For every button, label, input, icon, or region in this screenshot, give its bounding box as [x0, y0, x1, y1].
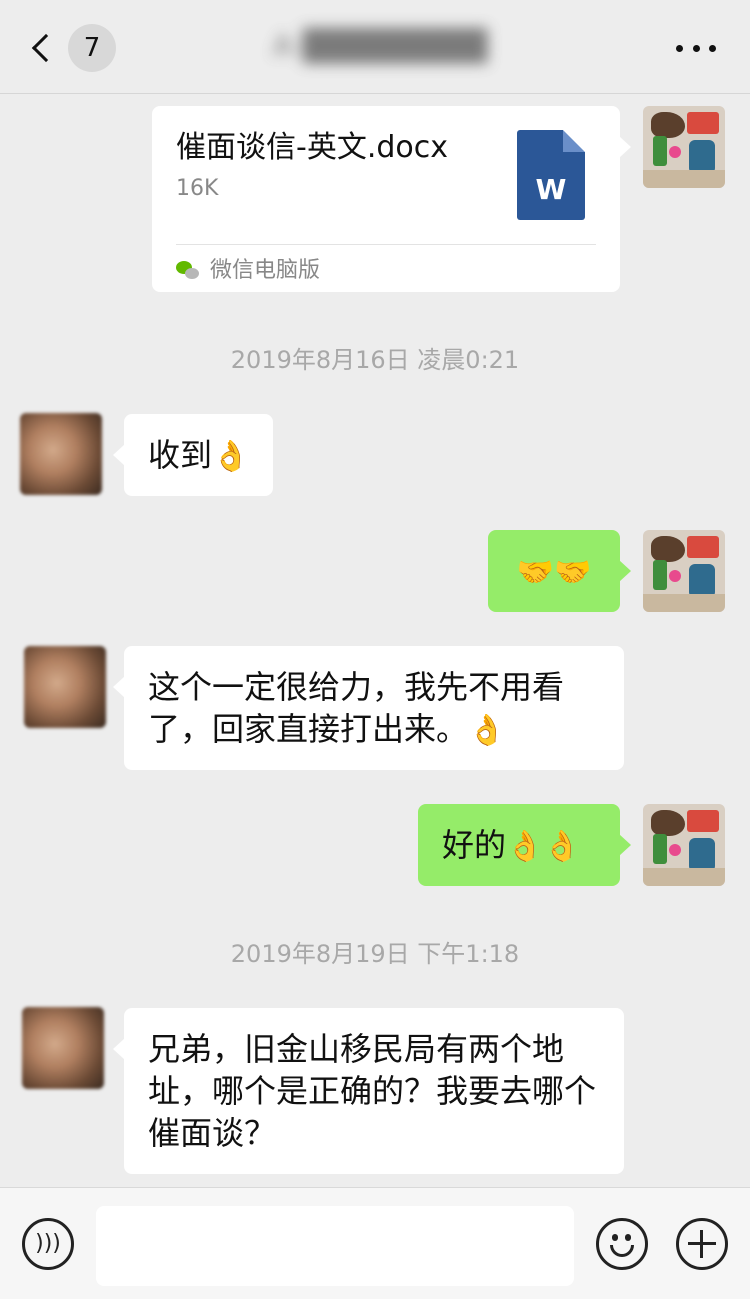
message-text: 收到: [148, 436, 213, 474]
handshake-emoji: 🤝🤝: [516, 555, 592, 590]
message-text: 兄弟，旧金山移民局有两个地址，哪个是正确的？我要去哪个催面谈？: [148, 1030, 597, 1152]
contact-name: A·████████: [272, 29, 488, 64]
file-name: 催面谈信-英文.docx: [176, 130, 449, 165]
more-icon[interactable]: [676, 36, 716, 60]
outgoing-message[interactable]: 🤝🤝: [488, 530, 631, 612]
contact-avatar[interactable]: [22, 1007, 104, 1089]
wechat-icon: [176, 261, 200, 281]
timestamp: 2019年8月19日 下午1:18: [230, 940, 520, 968]
incoming-message[interactable]: 收到👌: [112, 414, 274, 496]
self-avatar[interactable]: [643, 106, 725, 188]
timestamp: 2019年8月16日 凌晨0:21: [230, 346, 520, 374]
file-source-label: 微信电脑版: [210, 258, 321, 283]
file-divider: [176, 244, 596, 245]
incoming-message[interactable]: 兄弟，旧金山移民局有两个地址，哪个是正确的？我要去哪个催面谈？: [113, 1008, 624, 1174]
ok-hand-emoji: 👌: [212, 439, 250, 474]
self-avatar[interactable]: [643, 804, 725, 886]
file-message[interactable]: 催面谈信-英文.docx 16K W 微信电脑版: [152, 106, 631, 292]
chat-header: 7 A·████████: [0, 0, 750, 94]
emoji-icon[interactable]: [596, 1218, 648, 1270]
word-doc-icon: W: [517, 130, 585, 220]
outgoing-message[interactable]: 好的👌👌: [418, 804, 631, 886]
back-button[interactable]: 7: [22, 22, 122, 74]
message-text: 好的: [442, 826, 507, 864]
input-bar: ))): [0, 1187, 750, 1299]
self-avatar[interactable]: [643, 530, 725, 612]
back-chevron-icon: [31, 33, 61, 63]
contact-avatar[interactable]: [20, 413, 102, 495]
contact-avatar[interactable]: [24, 646, 106, 728]
file-size: 16K: [176, 176, 219, 201]
file-source: 微信电脑版: [176, 254, 320, 288]
plus-icon[interactable]: [676, 1218, 728, 1270]
voice-icon[interactable]: ))): [22, 1218, 74, 1270]
incoming-message[interactable]: 这个一定很给力，我先不用看了，回家直接打出来。👌: [113, 646, 624, 770]
message-input[interactable]: [96, 1206, 574, 1286]
word-doc-letter: W: [535, 173, 567, 206]
ok-hand-emoji: 👌: [468, 713, 506, 748]
unread-count-badge: 7: [68, 24, 116, 72]
ok-hand-emoji: 👌👌: [506, 829, 581, 864]
